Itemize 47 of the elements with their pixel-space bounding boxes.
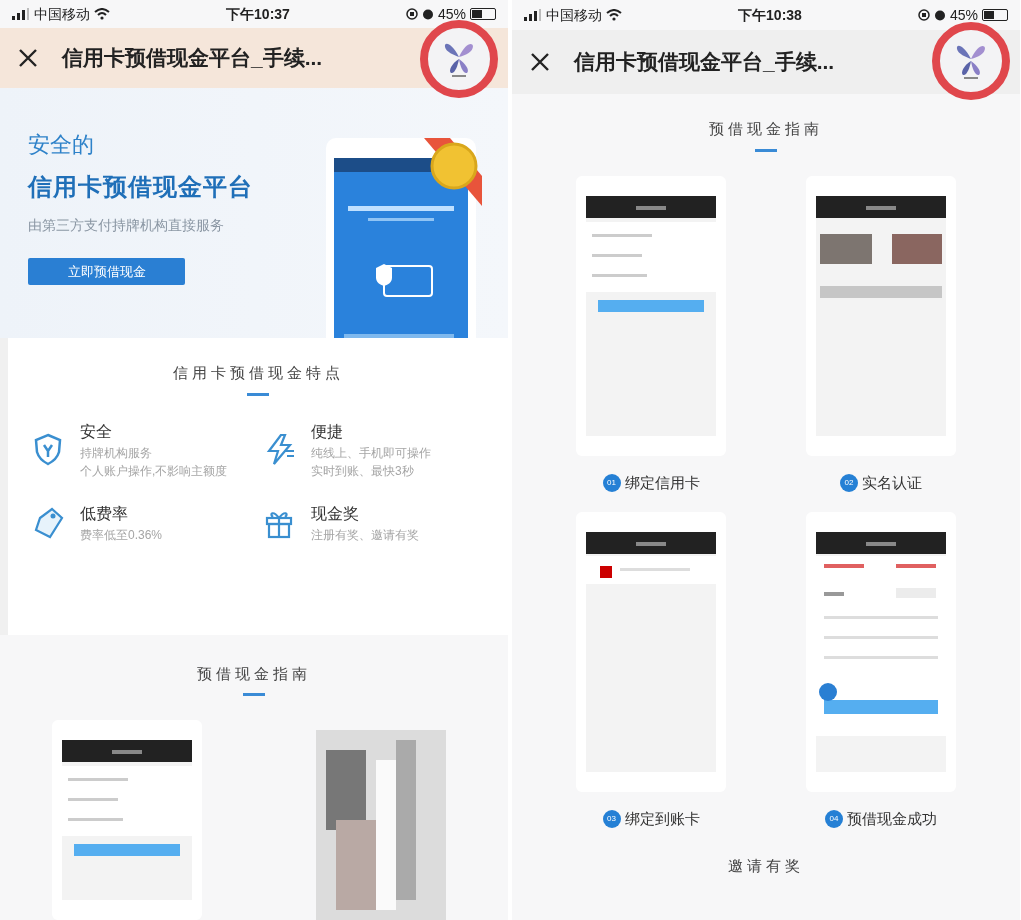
- page-title: 信用卡预借现金平台_手续...: [574, 49, 835, 76]
- hero-title: 安全的: [28, 131, 95, 159]
- section-heading: 信用卡预借现金特点: [172, 363, 344, 383]
- battery-percent: 45%: [437, 4, 466, 24]
- step-label: 绑定信用卡: [624, 472, 700, 493]
- feature-title: 低费率: [80, 503, 129, 524]
- carrier-name: 中国移动: [34, 4, 90, 24]
- wifi-icon: [94, 8, 110, 21]
- close-icon[interactable]: [18, 48, 38, 69]
- status-time: 下午10:37: [226, 4, 290, 24]
- heading-underline: [247, 392, 269, 396]
- battery-icon: [982, 9, 1008, 21]
- battery-percent: 45%: [949, 5, 978, 25]
- step-number: 02: [840, 473, 858, 492]
- borrow-now-button[interactable]: 立即预借现金: [28, 258, 185, 285]
- feature-description: 费率低至0.36%: [80, 526, 163, 544]
- feature-description: 实时到账、最快3秒: [311, 462, 415, 480]
- step-number: 01: [602, 473, 621, 492]
- status-time: 下午10:38: [738, 5, 802, 25]
- feature-description: 注册有奖、邀请有奖: [311, 526, 419, 544]
- step-number: 03: [602, 810, 621, 829]
- wifi-icon: [606, 9, 622, 21]
- feature-title: 便捷: [311, 421, 344, 442]
- step-label: 绑定到账卡: [624, 809, 700, 829]
- close-icon[interactable]: [530, 52, 550, 72]
- step-label: 实名认证: [862, 472, 922, 493]
- signal-icon: [12, 8, 30, 21]
- heading-underline: [243, 693, 265, 696]
- feature-description: 持牌机构服务: [80, 444, 153, 462]
- shield-icon: [32, 433, 64, 466]
- section-heading: 预借现金指南: [197, 663, 311, 684]
- page-title: 信用卡预借现金平台_手续...: [62, 45, 323, 72]
- feature-title: 现金奖: [311, 503, 360, 524]
- hero-subtitle: 由第三方支付持牌机构直接服务: [28, 216, 225, 235]
- signal-icon: [524, 9, 542, 21]
- section-heading: 邀请有奖: [728, 855, 804, 876]
- heading-underline: [755, 148, 777, 152]
- step-label: 预借现金成功: [847, 809, 937, 829]
- hero-title: 信用卡预借现金平台: [28, 172, 254, 202]
- feature-title: 安全: [80, 421, 113, 442]
- feature-description: 个人账户操作,不影响主额度: [80, 462, 228, 480]
- battery-icon: [470, 8, 496, 21]
- feature-description: 纯线上、手机即可操作: [311, 444, 431, 462]
- carrier-name: 中国移动: [546, 5, 602, 25]
- section-heading: 预借现金指南: [709, 119, 823, 139]
- tag-icon: [32, 506, 64, 539]
- step-number: 04: [825, 810, 843, 829]
